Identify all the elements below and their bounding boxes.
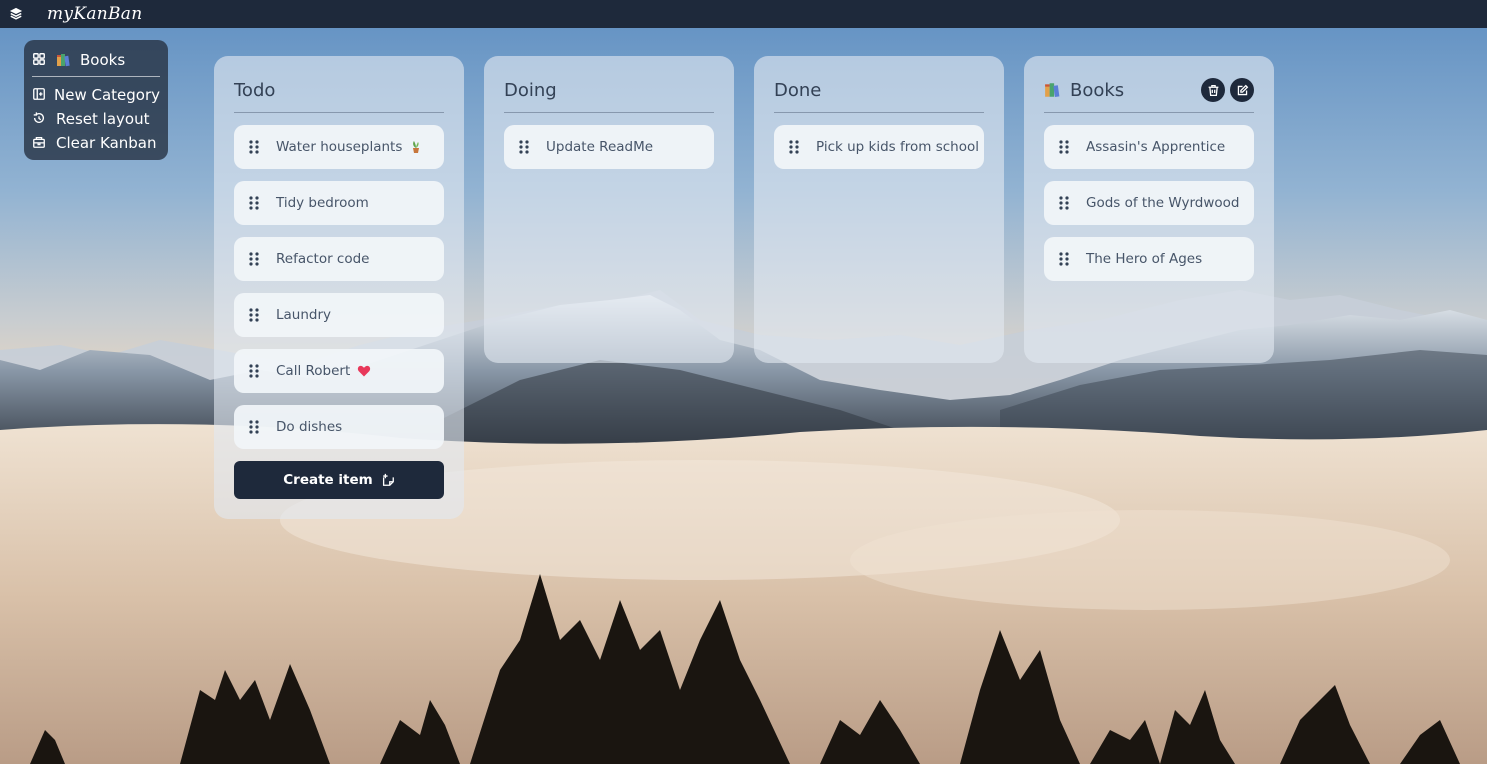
column-done: Done Pick up kids from school — [754, 56, 1004, 363]
column-title[interactable]: Doing — [504, 80, 714, 101]
plant-emoji-icon — [409, 140, 423, 154]
card[interactable]: The Hero of Ages — [1044, 237, 1254, 281]
card-text: Assasin's Apprentice — [1086, 139, 1226, 155]
reset-icon — [32, 111, 48, 127]
drag-handle-icon[interactable] — [248, 363, 260, 379]
card-text: Update ReadMe — [546, 139, 654, 155]
column-header: Todo — [234, 76, 444, 113]
create-item-button[interactable]: Create item — [234, 461, 444, 499]
drag-handle-icon[interactable] — [248, 251, 260, 267]
menu-item-new-category[interactable]: New Category — [32, 83, 160, 107]
menu-item-clear-kanban[interactable]: Clear Kanban — [32, 131, 160, 155]
card-text: The Hero of Ages — [1086, 251, 1203, 267]
card[interactable]: Pick up kids from school — [774, 125, 984, 169]
column-title[interactable]: Done — [774, 80, 984, 101]
card[interactable]: Water houseplants — [234, 125, 444, 169]
add-category-icon — [32, 87, 46, 103]
column-header: Doing — [504, 76, 714, 113]
board-selector[interactable]: Books — [32, 48, 160, 72]
layers-icon[interactable] — [5, 3, 27, 25]
card-text: Water houseplants — [276, 139, 403, 155]
books-emoji-icon — [1044, 81, 1062, 99]
card[interactable]: Update ReadMe — [504, 125, 714, 169]
column-title[interactable]: Books — [1070, 80, 1201, 101]
card-text: Gods of the Wyrdwood — [1086, 195, 1240, 211]
card-text: Do dishes — [276, 419, 343, 435]
heart-emoji-icon — [357, 364, 371, 378]
clear-icon — [32, 135, 48, 151]
current-board-label: Books — [80, 51, 126, 69]
card[interactable]: Laundry — [234, 293, 444, 337]
column-header: Done — [774, 76, 984, 113]
drag-handle-icon[interactable] — [1058, 251, 1070, 267]
column-doing: Doing Update ReadMe — [484, 56, 734, 363]
menu-item-label: Clear Kanban — [56, 134, 157, 152]
top-bar: myKanBan — [0, 0, 1487, 28]
card[interactable]: Refactor code — [234, 237, 444, 281]
card[interactable]: Call Robert — [234, 349, 444, 393]
column-title[interactable]: Todo — [234, 80, 444, 101]
card[interactable]: Gods of the Wyrdwood — [1044, 181, 1254, 225]
column-books: Books Assasin's Apprentice Gods of the W… — [1024, 56, 1274, 363]
card[interactable]: Do dishes — [234, 405, 444, 449]
grid-icon — [32, 52, 48, 68]
drag-handle-icon[interactable] — [788, 139, 800, 155]
drag-handle-icon[interactable] — [248, 139, 260, 155]
sidebar-menu: Books New Category Reset layout Clear Ka… — [24, 40, 168, 160]
create-item-label: Create item — [283, 472, 373, 488]
drag-handle-icon[interactable] — [518, 139, 530, 155]
drag-handle-icon[interactable] — [248, 307, 260, 323]
drag-handle-icon[interactable] — [1058, 139, 1070, 155]
menu-item-reset-layout[interactable]: Reset layout — [32, 107, 160, 131]
drag-handle-icon[interactable] — [248, 419, 260, 435]
column-todo: Todo Water houseplants Tidy bedroom Refa… — [214, 56, 464, 519]
card-text: Pick up kids from school — [816, 139, 979, 155]
menu-divider — [32, 76, 160, 77]
menu-item-label: New Category — [54, 86, 161, 104]
card[interactable]: Assasin's Apprentice — [1044, 125, 1254, 169]
drag-handle-icon[interactable] — [248, 195, 260, 211]
card-text: Call Robert — [276, 363, 351, 379]
column-header: Books — [1044, 76, 1254, 113]
card-text: Refactor code — [276, 251, 370, 267]
trash-icon[interactable] — [1201, 78, 1225, 102]
menu-item-label: Reset layout — [56, 110, 150, 128]
drag-handle-icon[interactable] — [1058, 195, 1070, 211]
edit-icon[interactable] — [1230, 78, 1254, 102]
add-note-icon — [381, 473, 395, 487]
card[interactable]: Tidy bedroom — [234, 181, 444, 225]
app-logo: myKanBan — [47, 4, 143, 24]
books-emoji-icon — [56, 52, 72, 68]
card-text: Laundry — [276, 307, 332, 323]
column-actions — [1201, 78, 1254, 102]
card-text: Tidy bedroom — [276, 195, 369, 211]
